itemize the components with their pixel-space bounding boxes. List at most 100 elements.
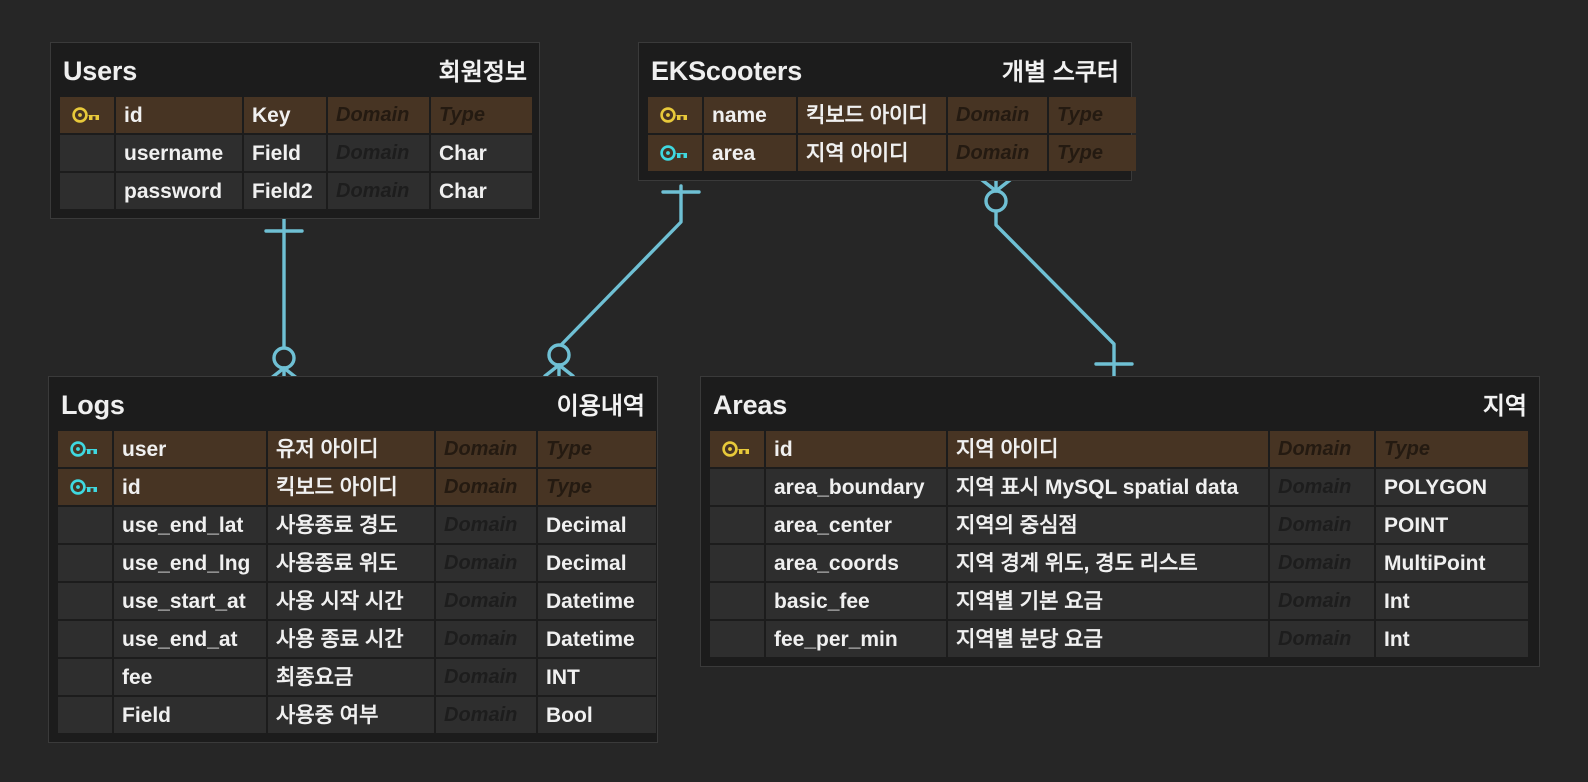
attribute-description: 지역 아이디 [948, 431, 1268, 467]
table-row[interactable]: use_start_at 사용 시작 시간 Domain Datetime [58, 583, 656, 619]
relationship-users-logs [264, 212, 304, 381]
attribute-domain: Domain [328, 135, 429, 171]
table-row[interactable]: id 지역 아이디 Domain Type [710, 431, 1530, 467]
attribute-rows: user 유저 아이디 Domain Type id 킥보드 아이디 Domai… [49, 431, 657, 733]
key-slot-empty [710, 545, 764, 581]
attribute-description: 지역 경계 위도, 경도 리스트 [948, 545, 1268, 581]
entity-header: EKScooters 개별 스쿠터 [639, 43, 1131, 97]
table-row[interactable]: area 지역 아이디 Domain Type [648, 135, 1136, 171]
attribute-name: id [116, 97, 242, 133]
attribute-name: id [766, 431, 946, 467]
table-row[interactable]: Field 사용중 여부 Domain Bool [58, 697, 656, 733]
attribute-type: Int [1376, 583, 1528, 619]
attribute-domain: Domain [436, 697, 536, 733]
attribute-name: area_boundary [766, 469, 946, 505]
table-row[interactable]: username Field Domain Char [60, 135, 532, 171]
table-row[interactable]: basic_fee 지역별 기본 요금 Domain Int [710, 583, 1530, 619]
attribute-name: use_end_lng [114, 545, 266, 581]
attribute-name: use_start_at [114, 583, 266, 619]
attribute-domain: Domain [436, 431, 536, 467]
entity-ekscooters[interactable]: EKScooters 개별 스쿠터 name 킥보드 아이디 Domain Ty… [638, 42, 1136, 181]
table-row[interactable]: use_end_at 사용 종료 시간 Domain Datetime [58, 621, 656, 657]
attribute-type: INT [538, 659, 656, 695]
attribute-name: basic_fee [766, 583, 946, 619]
attribute-name: id [114, 469, 266, 505]
table-row[interactable]: area_coords 지역 경계 위도, 경도 리스트 Domain Mult… [710, 545, 1530, 581]
attribute-name: name [704, 97, 796, 133]
entity-name: Users [63, 56, 138, 86]
attribute-name: username [116, 135, 242, 171]
table-row[interactable]: user 유저 아이디 Domain Type [58, 431, 656, 467]
cardinality-crowsfoot [543, 363, 575, 378]
table-row[interactable]: area_boundary 지역 표시 MySQL spatial data D… [710, 469, 1530, 505]
table-row[interactable]: fee_per_min 지역별 분당 요금 Domain Int [710, 621, 1530, 657]
attribute-rows: id Key Domain Type username Field Domain… [51, 97, 539, 209]
table-row[interactable]: password Field2 Domain Char [60, 173, 532, 209]
attribute-description: 킥보드 아이디 [798, 97, 946, 133]
attribute-type: Char [431, 173, 532, 209]
key-slot-empty [58, 583, 112, 619]
table-row[interactable]: fee 최종요금 Domain INT [58, 659, 656, 695]
attribute-description: Key [244, 97, 326, 133]
attribute-domain: Domain [436, 659, 536, 695]
attribute-description: 지역 표시 MySQL spatial data [948, 469, 1268, 505]
attribute-domain: Domain [1270, 431, 1374, 467]
attribute-domain: Domain [436, 583, 536, 619]
attribute-name: user [114, 431, 266, 467]
foreign-key-icon [648, 135, 702, 171]
key-slot-empty [58, 545, 112, 581]
attribute-type: Type [1376, 431, 1528, 467]
attribute-name: use_end_at [114, 621, 266, 657]
cardinality-crowsfoot [980, 178, 1012, 193]
entity-name: Areas [713, 390, 788, 420]
attribute-type: Type [538, 431, 656, 467]
attribute-name: Field [114, 697, 266, 733]
attribute-description: 지역별 기본 요금 [948, 583, 1268, 619]
primary-key-icon [648, 97, 702, 133]
attribute-type: Type [1049, 135, 1136, 171]
attribute-type: POLYGON [1376, 469, 1528, 505]
attribute-name: area [704, 135, 796, 171]
entity-label: 이용내역 [556, 393, 645, 420]
attribute-name: area_coords [766, 545, 946, 581]
attribute-domain: Domain [948, 135, 1047, 171]
entity-logs[interactable]: Logs 이용내역 user 유저 아이디 Domain Type id 킥보드… [48, 376, 658, 743]
cardinality-zero-circle [272, 346, 296, 370]
attribute-domain: Domain [328, 173, 429, 209]
entity-label: 지역 [1482, 393, 1527, 420]
table-row[interactable]: name 킥보드 아이디 Domain Type [648, 97, 1136, 133]
attribute-description: 사용 시작 시간 [268, 583, 434, 619]
key-slot-empty [58, 659, 112, 695]
attribute-type: Type [431, 97, 532, 133]
attribute-rows: name 킥보드 아이디 Domain Type area 지역 아이디 Dom… [639, 97, 1136, 171]
attribute-name: password [116, 173, 242, 209]
key-slot-empty [60, 135, 114, 171]
table-row[interactable]: id 킥보드 아이디 Domain Type [58, 469, 656, 505]
attribute-type: POINT [1376, 507, 1528, 543]
attribute-domain: Domain [436, 621, 536, 657]
table-row[interactable]: area_center 지역의 중심점 Domain POINT [710, 507, 1530, 543]
table-row[interactable]: use_end_lat 사용종료 경도 Domain Decimal [58, 507, 656, 543]
entity-areas[interactable]: Areas 지역 id 지역 아이디 Domain Type area_boun… [700, 376, 1540, 667]
key-slot-empty [710, 507, 764, 543]
table-row[interactable]: use_end_lng 사용종료 위도 Domain Decimal [58, 545, 656, 581]
attribute-domain: Domain [1270, 583, 1374, 619]
table-row[interactable]: id Key Domain Type [60, 97, 532, 133]
entity-users[interactable]: Users 회원정보 id Key Domain Type username F… [50, 42, 540, 219]
attribute-type: MultiPoint [1376, 545, 1528, 581]
attribute-name: use_end_lat [114, 507, 266, 543]
cardinality-zero-circle [984, 189, 1008, 213]
attribute-domain: Domain [436, 545, 536, 581]
attribute-name: fee_per_min [766, 621, 946, 657]
key-slot-empty [58, 507, 112, 543]
attribute-description: 지역의 중심점 [948, 507, 1268, 543]
key-slot-empty [710, 621, 764, 657]
attribute-name: fee [114, 659, 266, 695]
key-slot-empty [710, 583, 764, 619]
attribute-domain: Domain [1270, 545, 1374, 581]
attribute-type: Decimal [538, 507, 656, 543]
attribute-domain: Domain [948, 97, 1047, 133]
attribute-type: Datetime [538, 583, 656, 619]
attribute-description: 지역별 분당 요금 [948, 621, 1268, 657]
attribute-type: Bool [538, 697, 656, 733]
